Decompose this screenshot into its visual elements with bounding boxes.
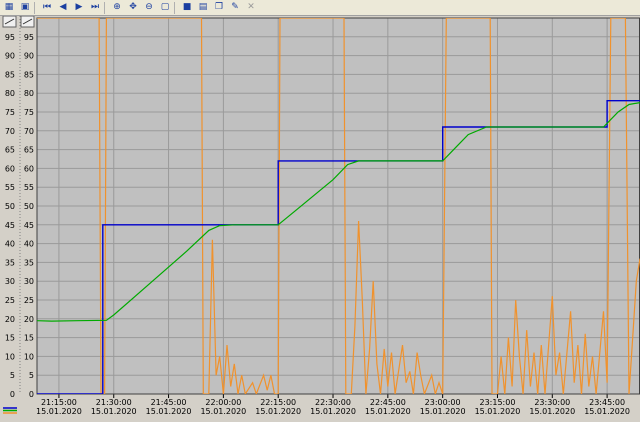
x-tick-time-label: 22:00:00: [205, 398, 241, 407]
x-tick-time-label: 21:30:00: [96, 398, 132, 407]
x-tick-date-label: 15.01.2020: [420, 407, 466, 416]
prev-icon[interactable]: ◀: [56, 1, 70, 14]
y-tick-label: 65: [24, 146, 34, 155]
y-tick-label: 25: [24, 296, 34, 305]
x-tick-time-label: 21:45:00: [151, 398, 187, 407]
y-tick-label: 15: [5, 334, 15, 343]
y-tick-label: 80: [5, 89, 15, 98]
axis-select-button-1[interactable]: [2, 15, 17, 28]
exit-icon[interactable]: ✕: [244, 1, 258, 14]
y-tick-label: 55: [24, 183, 34, 192]
y-tick-label: 35: [5, 258, 15, 267]
x-tick-time-label: 23:30:00: [534, 398, 570, 407]
toolbar-separator: [34, 1, 38, 14]
y-tick-label: 45: [24, 221, 34, 230]
x-tick-time-label: 22:15:00: [260, 398, 296, 407]
y-tick-label: 85: [5, 70, 15, 79]
x-tick-date-label: 15.01.2020: [200, 407, 246, 416]
grid-icon[interactable]: ▦: [2, 1, 16, 14]
y-tick-label: 60: [5, 164, 15, 173]
export-icon[interactable]: ▣: [18, 1, 32, 14]
y-tick-label: 15: [24, 334, 34, 343]
x-tick-date-label: 15.01.2020: [475, 407, 521, 416]
first-icon[interactable]: ⏮: [40, 1, 54, 14]
x-tick-time-label: 23:45:00: [589, 398, 625, 407]
y-tick-label: 90: [5, 52, 15, 61]
x-tick-date-label: 15.01.2020: [310, 407, 356, 416]
y-tick-label: 85: [24, 70, 34, 79]
x-tick-date-label: 15.01.2020: [146, 407, 192, 416]
y-tick-label: 50: [5, 202, 15, 211]
axis-select-button-2[interactable]: [20, 15, 35, 28]
y-tick-label: 70: [24, 127, 34, 136]
pan-icon[interactable]: ✥: [126, 1, 140, 14]
y-tick-label: 60: [24, 164, 34, 173]
x-tick-time-label: 22:45:00: [370, 398, 406, 407]
stop-icon[interactable]: ■: [180, 1, 194, 14]
chart-toolbar: ▦ ▣ ⏮ ◀ ▶ ⏭ ⊕ ✥ ⊖ ▢ ■ ▤ ❐ ✎ ✕: [0, 0, 640, 16]
x-tick-date-label: 15.01.2020: [255, 407, 301, 416]
y-tick-label: 75: [24, 108, 34, 117]
y-tick-label: 30: [5, 277, 15, 286]
y-tick-label: 75: [5, 108, 15, 117]
y-tick-label: 95: [24, 33, 34, 42]
y-tick-label: 55: [5, 183, 15, 192]
x-tick-date-label: 15.01.2020: [91, 407, 137, 416]
y-tick-label: 0: [29, 390, 34, 399]
print-icon[interactable]: ▤: [196, 1, 210, 14]
y-tick-label: 20: [24, 315, 34, 324]
y-tick-label: 90: [24, 52, 34, 61]
rect-zoom-icon[interactable]: ▢: [158, 1, 172, 14]
x-tick-time-label: 21:15:00: [41, 398, 77, 407]
y-tick-label: 65: [5, 146, 15, 155]
y-tick-label: 0: [10, 390, 15, 399]
x-tick-time-label: 23:00:00: [425, 398, 461, 407]
y-tick-label: 10: [5, 352, 15, 361]
zoom-out-icon[interactable]: ⊖: [142, 1, 156, 14]
y-tick-label: 45: [5, 221, 15, 230]
x-tick-date-label: 15.01.2020: [365, 407, 411, 416]
y-tick-label: 5: [10, 371, 15, 380]
zoom-in-icon[interactable]: ⊕: [110, 1, 124, 14]
x-tick-date-label: 15.01.2020: [529, 407, 575, 416]
y-tick-label: 95: [5, 33, 15, 42]
y-tick-label: 40: [24, 240, 34, 249]
settings-icon[interactable]: ✎: [228, 1, 242, 14]
x-tick-date-label: 15.01.2020: [36, 407, 82, 416]
last-icon[interactable]: ⏭: [88, 1, 102, 14]
toolbar-separator: [104, 1, 108, 14]
y-tick-label: 25: [5, 296, 15, 305]
toolbar-separator: [174, 1, 178, 14]
trend-chart-svg: 0 05 510 1015 1520 2025 2530 3035 3540 4045 4550 50…: [0, 15, 640, 418]
y-tick-label: 35: [24, 258, 34, 267]
copy-icon[interactable]: ❐: [212, 1, 226, 14]
next-icon[interactable]: ▶: [72, 1, 86, 14]
x-tick-date-label: 15.01.2020: [584, 407, 630, 416]
y-tick-label: 80: [24, 89, 34, 98]
x-tick-time-label: 22:30:00: [315, 398, 351, 407]
y-tick-label: 20: [5, 315, 15, 324]
y-tick-label: 5: [29, 371, 34, 380]
y-tick-label: 50: [24, 202, 34, 211]
y-tick-label: 30: [24, 277, 34, 286]
y-tick-label: 40: [5, 240, 15, 249]
y-tick-label: 70: [5, 127, 15, 136]
trend-chart: 0 0 5 5 10 10 15 15 20 20 25 25 30 30 35 35 40 40 45 45 50 50…: [0, 15, 640, 418]
y-tick-label: 10: [24, 352, 34, 361]
x-tick-time-label: 23:15:00: [480, 398, 516, 407]
